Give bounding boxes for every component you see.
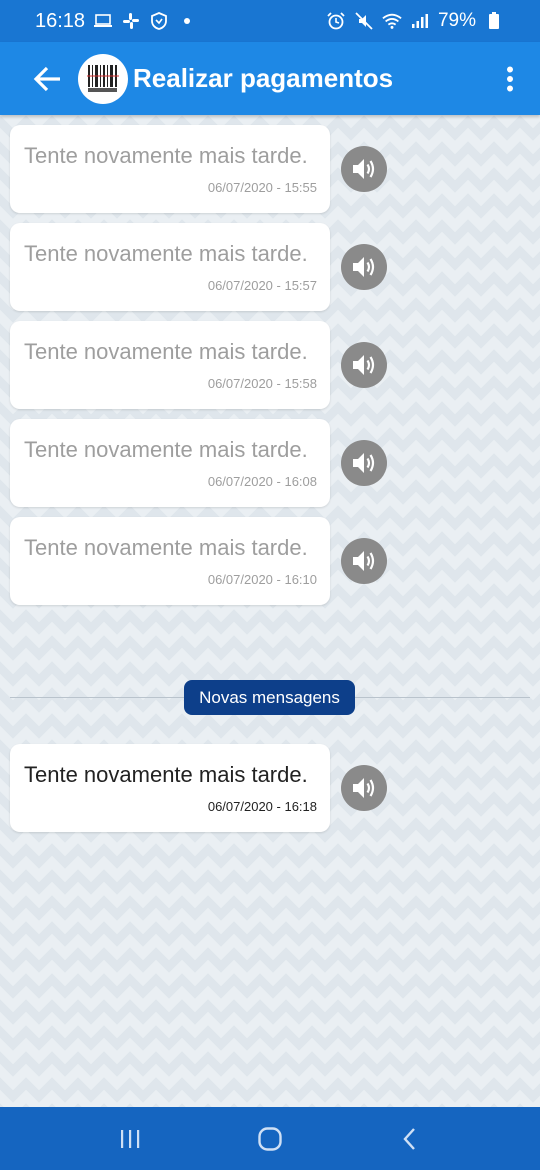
app-bar: Realizar pagamentos bbox=[0, 42, 540, 115]
shield-icon bbox=[149, 11, 169, 31]
speaker-icon bbox=[353, 355, 375, 375]
status-bar: 16:18 79% bbox=[0, 0, 540, 42]
more-vert-icon bbox=[507, 66, 513, 91]
message-time: 06/07/2020 - 16:18 bbox=[207, 799, 317, 814]
back-button[interactable] bbox=[28, 59, 68, 99]
message-text: Tente novamente mais tarde. bbox=[24, 437, 308, 462]
battery-percent: 79% bbox=[437, 10, 476, 31]
new-messages-badge: Novas mensagens bbox=[184, 680, 355, 715]
message-bubble[interactable]: Tente novamente mais tarde. 06/07/2020 -… bbox=[10, 517, 330, 605]
slack-icon bbox=[121, 11, 141, 31]
message-row: Tente novamente mais tarde. 06/07/2020 -… bbox=[10, 321, 390, 409]
chevron-left-icon bbox=[403, 1127, 415, 1150]
nav-back-button[interactable] bbox=[380, 1114, 440, 1164]
dot-icon bbox=[177, 11, 197, 31]
alarm-icon bbox=[326, 11, 346, 31]
message-time: 06/07/2020 - 16:08 bbox=[207, 474, 317, 489]
speaker-icon bbox=[353, 159, 375, 179]
mute-icon bbox=[354, 11, 374, 31]
play-audio-button[interactable] bbox=[341, 342, 387, 388]
message-time: 06/07/2020 - 15:55 bbox=[207, 180, 317, 195]
battery-icon bbox=[484, 11, 504, 31]
speaker-icon bbox=[353, 453, 375, 473]
message-time: 06/07/2020 - 16:10 bbox=[207, 572, 317, 587]
message-bubble[interactable]: Tente novamente mais tarde. 06/07/2020 -… bbox=[10, 125, 330, 213]
barcode-icon bbox=[87, 64, 119, 92]
message-text: Tente novamente mais tarde. bbox=[24, 143, 308, 168]
message-bubble[interactable]: Tente novamente mais tarde. 06/07/2020 -… bbox=[10, 744, 330, 832]
message-row: Tente novamente mais tarde. 06/07/2020 -… bbox=[10, 517, 390, 605]
speaker-icon bbox=[353, 257, 375, 277]
status-time: 16:18 bbox=[35, 9, 86, 32]
message-text: Tente novamente mais tarde. bbox=[24, 339, 308, 364]
home-button[interactable] bbox=[240, 1114, 300, 1164]
speaker-icon bbox=[353, 551, 375, 571]
message-text: Tente novamente mais tarde. bbox=[24, 241, 308, 266]
play-audio-button[interactable] bbox=[341, 538, 387, 584]
message-text: Tente novamente mais tarde. bbox=[24, 762, 308, 787]
chat-area[interactable]: Tente novamente mais tarde. 06/07/2020 -… bbox=[0, 115, 540, 1107]
message-bubble[interactable]: Tente novamente mais tarde. 06/07/2020 -… bbox=[10, 223, 330, 311]
message-row: Tente novamente mais tarde. 06/07/2020 -… bbox=[10, 223, 390, 311]
speaker-icon bbox=[353, 778, 375, 798]
wifi-icon bbox=[382, 11, 402, 31]
status-right: 79% bbox=[326, 10, 504, 32]
arrow-left-icon bbox=[33, 66, 60, 91]
play-audio-button[interactable] bbox=[341, 244, 387, 290]
play-audio-button[interactable] bbox=[341, 146, 387, 192]
message-time: 06/07/2020 - 15:57 bbox=[207, 278, 317, 293]
message-bubble[interactable]: Tente novamente mais tarde. 06/07/2020 -… bbox=[10, 419, 330, 507]
signal-icon bbox=[410, 11, 430, 31]
message-row: Tente novamente mais tarde. 06/07/2020 -… bbox=[10, 125, 390, 213]
message-text: Tente novamente mais tarde. bbox=[24, 535, 308, 560]
overflow-menu-button[interactable] bbox=[490, 59, 530, 99]
page-title: Realizar pagamentos bbox=[133, 63, 394, 93]
play-audio-button[interactable] bbox=[341, 765, 387, 811]
recent-apps-button[interactable] bbox=[100, 1114, 160, 1164]
status-left: 16:18 bbox=[35, 10, 197, 33]
message-time: 06/07/2020 - 15:58 bbox=[207, 376, 317, 391]
laptop-icon bbox=[93, 11, 113, 31]
home-icon bbox=[258, 1126, 282, 1151]
message-row: Tente novamente mais tarde. 06/07/2020 -… bbox=[10, 419, 390, 507]
message-row: Tente novamente mais tarde. 06/07/2020 -… bbox=[10, 744, 390, 832]
avatar[interactable] bbox=[78, 53, 128, 104]
play-audio-button[interactable] bbox=[341, 440, 387, 486]
system-nav-bar bbox=[0, 1107, 540, 1170]
message-bubble[interactable]: Tente novamente mais tarde. 06/07/2020 -… bbox=[10, 321, 330, 409]
recent-apps-icon bbox=[121, 1129, 140, 1148]
